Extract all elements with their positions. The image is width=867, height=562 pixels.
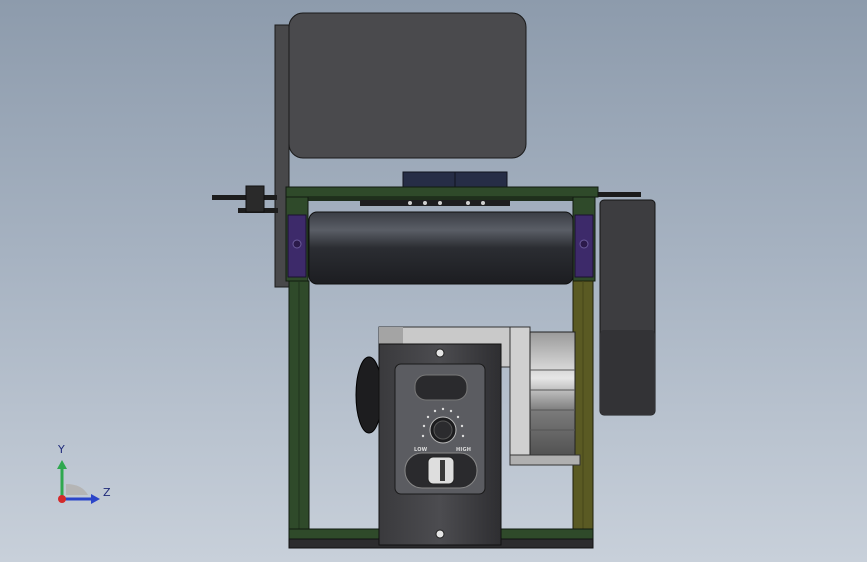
- adjustment-rail[interactable]: [360, 200, 510, 206]
- 3d-viewport[interactable]: LOW HIGH Y Z: [0, 0, 867, 562]
- coordinate-triad: [57, 460, 100, 504]
- power-switch[interactable]: [404, 452, 478, 489]
- triad-origin: [58, 495, 66, 503]
- left-leg[interactable]: [288, 280, 310, 532]
- right-bracket[interactable]: [572, 196, 596, 282]
- z-axis-label: Z: [103, 486, 111, 499]
- side-housing[interactable]: [596, 192, 656, 416]
- speed-controller[interactable]: [378, 343, 502, 546]
- left-shaft[interactable]: [212, 185, 278, 213]
- roller[interactable]: [308, 211, 574, 285]
- machine-model[interactable]: [0, 0, 867, 562]
- low-label: LOW: [414, 447, 428, 453]
- speed-dial[interactable]: [429, 416, 457, 444]
- high-label: HIGH: [456, 447, 472, 453]
- y-axis-label: Y: [58, 443, 65, 456]
- z-axis-arrow: [91, 494, 100, 504]
- y-axis-arrow: [57, 460, 67, 469]
- top-frame-bar[interactable]: [285, 186, 599, 201]
- left-bracket[interactable]: [285, 196, 309, 282]
- triad-plane: [66, 484, 88, 495]
- right-leg[interactable]: [572, 280, 594, 532]
